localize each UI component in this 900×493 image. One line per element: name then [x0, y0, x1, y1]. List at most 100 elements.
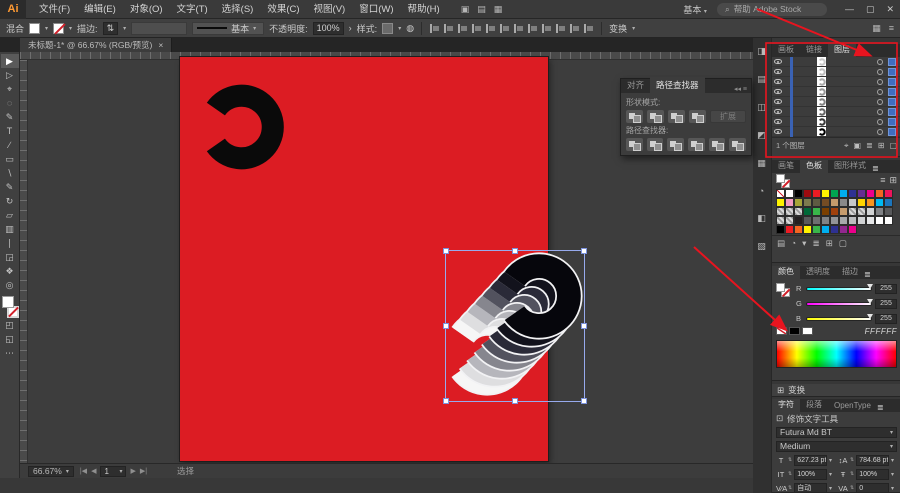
swatch[interactable] [776, 198, 785, 207]
color-spectrum-bar[interactable] [776, 340, 897, 368]
layer-row[interactable] [772, 126, 900, 137]
layer-thumbnail[interactable] [817, 57, 826, 66]
swatch[interactable] [839, 216, 848, 225]
swatch[interactable] [875, 207, 884, 216]
layer-thumbnail[interactable] [817, 107, 826, 116]
selection-indicator[interactable] [888, 117, 896, 126]
collapsed-panel-icon[interactable]: ▦ [757, 158, 766, 169]
swatch[interactable] [812, 207, 821, 216]
swatch[interactable] [830, 225, 839, 234]
swatch[interactable] [857, 189, 866, 198]
hex-value[interactable]: FFFFFF [865, 327, 897, 336]
swatch[interactable] [794, 225, 803, 234]
swatch[interactable] [785, 198, 794, 207]
menu-item[interactable]: 选择(S) [215, 0, 261, 19]
search-input[interactable]: ⌕ 帮助 Adobe Stock [716, 2, 827, 16]
workspace-switcher[interactable]: 基本 ▾ [683, 3, 707, 16]
controlbar-icon[interactable]: ≡ [889, 23, 894, 34]
swatch[interactable] [803, 207, 812, 216]
layer-row[interactable] [772, 86, 900, 97]
zoom-tool[interactable]: ◎ [1, 278, 19, 292]
collapsed-panel-icon[interactable]: ▧ [757, 241, 766, 252]
swatch[interactable] [812, 216, 821, 225]
swatch[interactable] [839, 225, 848, 234]
layers-footer-icon[interactable]: ▣ [853, 141, 861, 151]
selection-indicator[interactable] [888, 57, 896, 66]
selection-handle[interactable] [512, 398, 518, 404]
swatch[interactable] [848, 225, 857, 234]
selection-indicator[interactable] [888, 77, 896, 86]
expand-button[interactable]: 扩展 [710, 110, 746, 123]
swatch[interactable] [884, 198, 893, 207]
tab-图形样式[interactable]: 图形样式 [828, 160, 872, 173]
recolor-artwork-icon[interactable]: ◍ [406, 23, 414, 34]
opacity-more[interactable]: › [349, 23, 352, 33]
scale-tool[interactable]: ▱ [1, 208, 19, 222]
zoom-level-field[interactable]: 66.67% ▾ [28, 465, 74, 477]
selection-bounding-box[interactable] [443, 248, 587, 404]
fill-stroke-indicator[interactable] [1, 296, 19, 318]
swatch[interactable] [821, 207, 830, 216]
distribute-5-icon[interactable] [569, 23, 580, 34]
selection-indicator[interactable] [888, 67, 896, 76]
selection-indicator[interactable] [888, 127, 896, 136]
controlbar-icon[interactable]: ▦ [872, 23, 881, 34]
kerning-field[interactable]: V⁄A ⇅ 自动 ▾ [776, 482, 832, 492]
swatch[interactable] [785, 216, 794, 225]
selection-tool[interactable]: ▶ [0, 54, 19, 68]
collapsed-panel-icon[interactable]: ◫ [757, 102, 766, 113]
distribute-1-icon[interactable] [513, 23, 524, 34]
artboard[interactable] [180, 57, 587, 461]
next-artboard-button[interactable]: ▶ [130, 467, 135, 475]
blend-object[interactable] [443, 248, 587, 404]
minimize-button[interactable]: — [845, 4, 854, 15]
swatch[interactable] [794, 198, 803, 207]
swatches-footer-icon[interactable]: ≣ [812, 238, 819, 249]
menubar-app-icon[interactable]: ▦ [494, 4, 503, 15]
panel-menu-icon[interactable]: ◂◂ ≡ [730, 85, 751, 93]
blend-tool[interactable]: ◲ [1, 250, 19, 264]
swatch[interactable] [866, 207, 875, 216]
transform-panel-header[interactable]: ⊞ 变换 [772, 384, 900, 397]
swatch[interactable] [866, 225, 875, 234]
prev-artboard-button[interactable]: ◀ [91, 467, 96, 475]
divide-button[interactable] [626, 138, 643, 151]
layer-thumbnail[interactable] [817, 67, 826, 76]
target-circle-icon[interactable] [877, 118, 883, 125]
swatch[interactable] [794, 189, 803, 198]
visibility-eye-icon[interactable] [774, 79, 782, 84]
minus-front-button[interactable] [647, 110, 664, 123]
vertical-scale-field[interactable]: IT ⇅ 100% ▾ [776, 468, 832, 480]
visibility-eye-icon[interactable] [774, 129, 782, 134]
swatch[interactable] [848, 216, 857, 225]
layers-footer-icon[interactable]: ▢ [889, 141, 897, 151]
selection-handle[interactable] [581, 248, 587, 254]
panel-menu-icon[interactable]: ≣ [872, 164, 879, 173]
menubar-app-icon[interactable]: ▣ [461, 4, 470, 15]
merge-button[interactable] [667, 138, 685, 151]
font-size-field[interactable]: T ⇅ 627.23 pt ▾ [776, 454, 832, 466]
tab-描边[interactable]: 描边 [836, 266, 864, 279]
swatch[interactable] [857, 225, 866, 234]
tab-链接[interactable]: 链接 [800, 44, 828, 57]
color-fill-stroke[interactable] [776, 283, 792, 297]
swatch[interactable] [839, 189, 848, 198]
swatches-footer-icon[interactable]: ▾ [802, 238, 806, 249]
layer-row[interactable] [772, 106, 900, 117]
document-tab[interactable]: 未标题-1* @ 66.67% (RGB/预览) × [20, 38, 173, 52]
swatch[interactable] [776, 189, 785, 198]
menu-item[interactable]: 对象(O) [123, 0, 170, 19]
swatch[interactable] [848, 189, 857, 198]
menu-item[interactable]: 文字(T) [170, 0, 215, 19]
target-circle-icon[interactable] [877, 78, 883, 85]
tab-close-icon[interactable]: × [158, 40, 163, 50]
layers-footer-icon[interactable]: ≣ [866, 141, 873, 151]
swatch[interactable] [803, 198, 812, 207]
swatch[interactable] [839, 207, 848, 216]
swatches-footer-icon[interactable]: ⊞ [826, 238, 833, 249]
target-circle-icon[interactable] [877, 68, 883, 75]
swatch[interactable] [875, 225, 884, 234]
swatch[interactable] [812, 189, 821, 198]
trim-button[interactable] [646, 138, 664, 151]
pen-tool[interactable]: ✎ [1, 110, 19, 124]
